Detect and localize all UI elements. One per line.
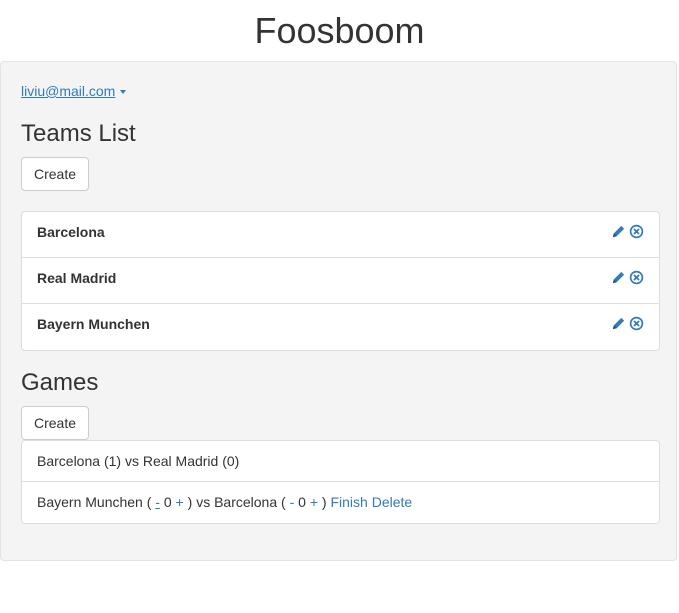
user-email: liviu@mail.com bbox=[21, 83, 116, 99]
home-minus-button[interactable]: - bbox=[155, 494, 160, 510]
close-paren: ) bbox=[187, 494, 193, 510]
team-name: Barcelona bbox=[37, 224, 105, 240]
pencil-icon[interactable] bbox=[611, 270, 626, 285]
teams-heading: Teams List bbox=[21, 120, 136, 147]
remove-circle-icon[interactable] bbox=[629, 270, 644, 285]
vs-label: vs bbox=[196, 494, 211, 510]
team-row: Real Madrid bbox=[22, 258, 659, 304]
open-paren: ( bbox=[146, 494, 152, 510]
home-score: 0 bbox=[163, 494, 172, 510]
close-paren: ) bbox=[321, 494, 327, 510]
games-heading: Games bbox=[21, 369, 99, 396]
finish-game-link[interactable]: Finish bbox=[330, 494, 367, 510]
pencil-icon[interactable] bbox=[611, 224, 626, 239]
create-game-button[interactable]: Create bbox=[21, 406, 90, 440]
away-score: 0 bbox=[298, 494, 306, 510]
teams-list: Barcelona Real Madrid Bayern Munchen bbox=[21, 211, 660, 351]
team-row: Bayern Munchen bbox=[22, 304, 659, 350]
game-row-finished: Barcelona (1) vs Real Madrid (0) bbox=[22, 441, 659, 482]
games-list: Barcelona (1) vs Real Madrid (0) Bayern … bbox=[21, 440, 660, 524]
caret-down-icon bbox=[120, 90, 127, 95]
team-name: Real Madrid bbox=[37, 270, 117, 286]
team-name: Bayern Munchen bbox=[37, 316, 150, 332]
home-score: (1) bbox=[103, 453, 122, 469]
away-plus-button[interactable]: + bbox=[310, 494, 318, 510]
open-paren: ( bbox=[281, 494, 286, 510]
away-score: (0) bbox=[222, 453, 240, 469]
remove-circle-icon[interactable] bbox=[629, 316, 644, 331]
away-team: Real Madrid bbox=[142, 453, 219, 469]
home-team: Bayern Munchen bbox=[37, 494, 143, 510]
user-menu-link[interactable]: liviu@mail.com bbox=[21, 83, 127, 99]
away-team: Barcelona bbox=[214, 494, 278, 510]
main-panel: liviu@mail.com Teams List Create Barcelo… bbox=[0, 61, 677, 561]
game-row-active: Bayern Munchen ( - 0 + ) vs Barcelona ( … bbox=[22, 482, 659, 523]
vs-label: vs bbox=[124, 453, 139, 469]
home-plus-button[interactable]: + bbox=[176, 494, 184, 510]
create-team-button[interactable]: Create bbox=[21, 157, 90, 191]
team-row: Barcelona bbox=[22, 212, 659, 258]
home-team: Barcelona bbox=[37, 453, 101, 469]
delete-game-link[interactable]: Delete bbox=[372, 494, 412, 510]
pencil-icon[interactable] bbox=[611, 316, 626, 331]
away-minus-button[interactable]: - bbox=[290, 494, 295, 510]
remove-circle-icon[interactable] bbox=[629, 224, 644, 239]
app-title: Foosboom bbox=[254, 10, 425, 51]
